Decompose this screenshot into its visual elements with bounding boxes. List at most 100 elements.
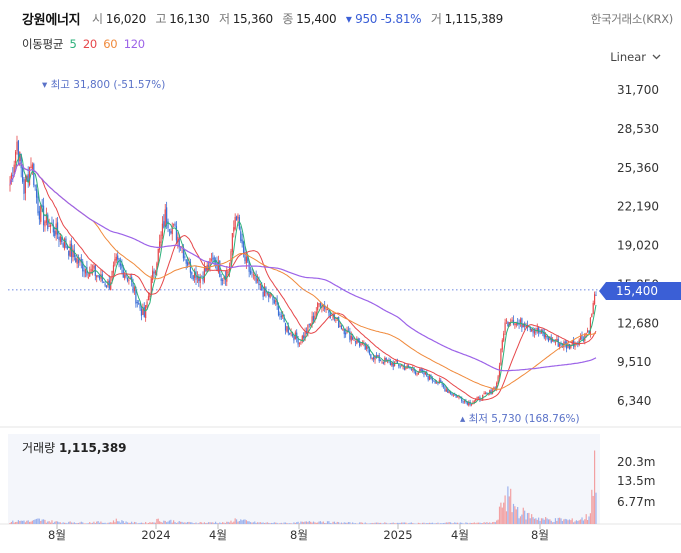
candle-body (381, 361, 383, 363)
candle-body (273, 300, 275, 304)
volume-bar (142, 522, 144, 524)
x-tick-label: 2025 (383, 528, 412, 542)
price-tick-label: 28,530 (617, 122, 659, 136)
volume-bar (55, 521, 57, 524)
volume-bar (385, 522, 387, 524)
candle-body (166, 207, 168, 224)
low-annotation: ▴ 최저 5,730 (168.76%) (460, 413, 580, 425)
volume-bar (545, 517, 547, 524)
volume-bar (27, 520, 29, 524)
volume-bar (68, 521, 70, 524)
volume-bar (584, 519, 586, 524)
volume-bar (297, 521, 299, 524)
volume-bar (535, 518, 537, 524)
volume-bar (289, 523, 291, 524)
volume-bar (174, 522, 176, 524)
volume-bar (380, 522, 382, 524)
volume-bar (412, 523, 414, 524)
price-chart[interactable]: 31,70028,53025,36022,19019,02015,85012,6… (0, 0, 681, 553)
volume-bar (198, 523, 200, 524)
volume-bar (51, 520, 53, 524)
volume-bar (62, 522, 64, 524)
volume-bar (317, 522, 319, 524)
volume-bar (147, 523, 150, 524)
volume-bar (163, 520, 165, 524)
candle-body (136, 302, 138, 304)
volume-bar (94, 523, 96, 524)
volume-bar (121, 520, 123, 524)
volume-bar (547, 519, 550, 524)
candle-body (410, 368, 412, 370)
candle-body (444, 386, 446, 391)
volume-bar (394, 523, 396, 524)
candle-body (384, 357, 386, 363)
candle-body (289, 333, 291, 335)
volume-bar (118, 521, 120, 524)
volume-bar (45, 522, 47, 524)
volume-bar (338, 522, 340, 524)
volume-bar (452, 523, 454, 524)
volume-bar (462, 523, 464, 524)
volume-bar (424, 523, 426, 524)
volume-bar (417, 522, 419, 524)
candle-body (389, 361, 392, 365)
volume-bar (298, 523, 301, 524)
candle-body (340, 325, 343, 330)
candle-body (501, 340, 503, 350)
ma-5-line (9, 153, 597, 405)
volume-bar (194, 523, 196, 524)
volume-bar (175, 523, 178, 524)
volume-bar (487, 522, 489, 524)
volume-bar (228, 522, 231, 524)
candle-body (352, 337, 354, 340)
volume-bar (65, 522, 67, 524)
volume-bar (20, 520, 22, 524)
volume-bar (54, 521, 56, 524)
volume-bar (326, 521, 329, 524)
candle-body (184, 256, 186, 258)
candle-body (298, 342, 301, 344)
candle-body (138, 303, 140, 305)
volume-bar (399, 522, 401, 524)
volume-bar (444, 522, 446, 524)
volume-bar (203, 522, 206, 524)
candle-body (318, 303, 320, 305)
volume-bar (381, 523, 383, 524)
volume-bar (48, 521, 50, 524)
volume-bar (126, 522, 129, 524)
volume-bar (119, 522, 122, 524)
volume-bar (456, 522, 459, 524)
candle-body (373, 356, 375, 360)
volume-bar (103, 522, 105, 524)
candle-body (191, 272, 193, 275)
candle-body (445, 389, 447, 392)
volume-bar (214, 521, 217, 524)
candle-body (56, 222, 59, 235)
candle-body (62, 243, 64, 247)
volume-bar (581, 517, 583, 524)
volume-bar (189, 522, 192, 524)
volume-bar (342, 523, 344, 524)
candle-body (231, 233, 233, 252)
candle-body (412, 368, 414, 370)
volume-bar (540, 518, 543, 524)
volume-bar (89, 522, 91, 524)
volume-bar (135, 522, 137, 524)
volume-bar (269, 523, 271, 524)
candle-body (308, 323, 310, 325)
price-tick-label: 31,700 (617, 83, 659, 97)
candle-body (377, 354, 379, 357)
volume-bar (304, 521, 306, 524)
volume-bar (475, 523, 477, 524)
candle-body (174, 223, 176, 227)
volume-bar (517, 507, 519, 524)
volume-bar (150, 522, 152, 524)
volume-bar (556, 520, 558, 524)
candle-body (241, 239, 243, 244)
volume-bar (270, 522, 273, 524)
candle-body (277, 305, 280, 316)
candle-body (503, 333, 505, 341)
candle-body (564, 341, 566, 344)
volume-bar (293, 522, 295, 524)
volume-bar (280, 522, 282, 524)
